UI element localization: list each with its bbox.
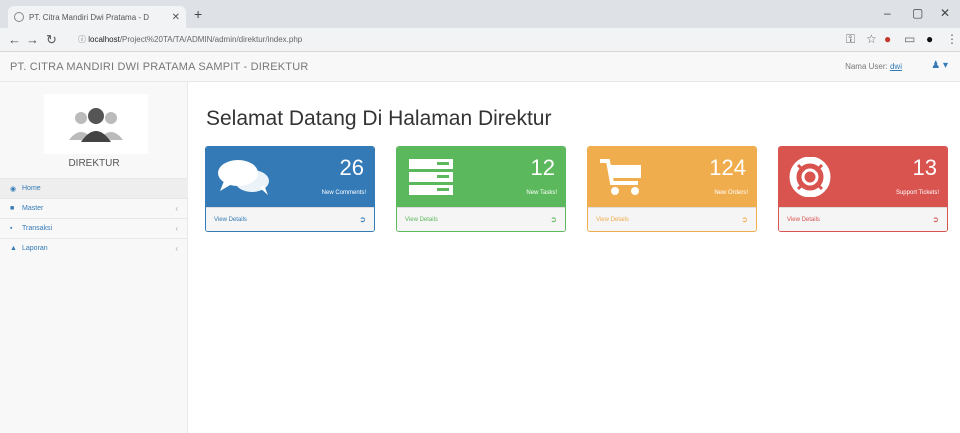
panel-heading: 12 New Tasks! — [397, 147, 565, 207]
page-title: Selamat Datang Di Halaman Direktur — [206, 107, 552, 130]
view-details-link[interactable]: View Details ➲ — [779, 207, 947, 231]
view-details-label: View Details — [596, 216, 629, 223]
tab-close-icon[interactable]: ✕ — [172, 12, 180, 23]
panel-caption: New Orders! — [714, 190, 748, 196]
view-details-link[interactable]: View Details ➲ — [397, 207, 565, 231]
brand-title[interactable]: PT. CITRA MANDIRI DWI PRATAMA SAMPIT - D… — [10, 61, 308, 73]
panel-count: 12 — [530, 155, 555, 180]
sidebar: DIREKTUR ◉ Home ■ Master ‹ ▪ Transaksi ‹… — [0, 82, 188, 433]
orders-panel: 124 New Orders! View Details ➲ — [587, 146, 757, 232]
profile-icon[interactable]: ● — [926, 32, 933, 46]
dashboard-icon: ◉ — [10, 185, 17, 193]
panel-heading: 26 New Comments! — [206, 147, 374, 207]
info-icon: ⓘ — [78, 35, 86, 44]
browser-tab-bar: PT. Citra Mandiri Dwi Pratama - D ✕ + – … — [0, 0, 960, 28]
browser-menu-icon[interactable]: ⋮ — [946, 32, 958, 46]
sidebar-item-label: Laporan — [22, 245, 48, 252]
window-close-icon[interactable]: ✕ — [940, 6, 950, 20]
chevron-left-icon: ‹ — [175, 204, 178, 213]
sidebar-item-home[interactable]: ◉ Home — [0, 178, 188, 198]
panel-count: 13 — [912, 155, 937, 180]
view-details-link[interactable]: View Details ➲ — [588, 207, 756, 231]
panel-caption: New Tasks! — [526, 190, 557, 196]
panel-heading: 124 New Orders! — [588, 147, 756, 207]
file-icon: ▪ — [10, 225, 13, 232]
tasks-panel: 12 New Tasks! View Details ➲ — [396, 146, 566, 232]
sidebar-item-label: Home — [22, 185, 41, 192]
chevron-left-icon: ‹ — [175, 244, 178, 253]
browser-address-bar: ← → ↻ ⓘ localhost/Project%20TA/TA/ADMIN/… — [0, 28, 960, 52]
users-group-icon — [69, 108, 123, 142]
sidebar-item-master[interactable]: ■ Master ‹ — [0, 198, 188, 218]
reload-icon[interactable]: ↻ — [46, 32, 57, 48]
key-icon[interactable]: ⚿ — [846, 32, 855, 47]
panel-caption: New Comments! — [321, 190, 366, 196]
bookmark-star-icon[interactable]: ☆ — [866, 32, 877, 46]
tab-title: PT. Citra Mandiri Dwi Pratama - D — [29, 12, 150, 22]
maximize-icon[interactable]: ▢ — [912, 6, 923, 20]
panel-count: 26 — [339, 155, 364, 180]
support-icon — [789, 157, 831, 197]
view-details-label: View Details — [214, 216, 247, 223]
comments-panel: 26 New Comments! View Details ➲ — [205, 146, 375, 232]
app-navbar: PT. CITRA MANDIRI DWI PRATAMA SAMPIT - D… — [0, 52, 960, 82]
tasks-icon — [409, 159, 453, 195]
url-field[interactable]: ⓘ localhost/Project%20TA/TA/ADMIN/admin/… — [78, 31, 798, 49]
sidebar-item-transaksi[interactable]: ▪ Transaksi ‹ — [0, 218, 188, 238]
shopping-cart-icon — [600, 159, 641, 195]
view-details-link[interactable]: View Details ➲ — [206, 207, 374, 231]
arrow-circle-right-icon: ➲ — [359, 215, 366, 224]
favicon-icon — [14, 12, 24, 22]
user-label: Nama User: — [845, 62, 888, 71]
opera-icon[interactable]: ● — [884, 32, 891, 46]
forward-icon[interactable]: → — [26, 32, 39, 47]
extension-icon[interactable]: ▭ — [904, 32, 915, 46]
user-name-link[interactable]: dwi — [890, 62, 902, 71]
sidebar-item-laporan[interactable]: ▲ Laporan ‹ — [0, 238, 188, 258]
panel-count: 124 — [709, 155, 746, 180]
role-label: DIREKTUR — [68, 158, 120, 169]
panel-caption: Support Tickets! — [895, 190, 939, 196]
chart-icon: ▲ — [10, 245, 17, 252]
url-path: /Project%20TA/TA/ADMIN/admin/direktur/in… — [119, 35, 303, 44]
arrow-circle-right-icon: ➲ — [932, 215, 939, 224]
user-info: Nama User: dwi — [845, 62, 902, 71]
sidebar-item-label: Transaksi — [22, 225, 53, 232]
sidebar-item-label: Master — [22, 205, 44, 212]
user-dropdown-icon[interactable]: ♟ ▾ — [931, 60, 948, 71]
browser-tab[interactable]: PT. Citra Mandiri Dwi Pratama - D ✕ — [8, 6, 186, 28]
url-host: localhost — [88, 35, 120, 44]
folder-icon: ■ — [10, 205, 15, 212]
back-icon[interactable]: ← — [8, 32, 21, 47]
view-details-label: View Details — [405, 216, 438, 223]
minimize-icon[interactable]: – — [884, 6, 891, 20]
sidebar-menu: ◉ Home ■ Master ‹ ▪ Transaksi ‹ ▲ Lapora… — [0, 178, 188, 258]
comments-icon — [218, 160, 269, 195]
view-details-label: View Details — [787, 216, 820, 223]
panel-heading: 13 Support Tickets! — [779, 147, 947, 207]
new-tab-icon[interactable]: + — [194, 6, 202, 22]
support-panel: 13 Support Tickets! View Details ➲ — [778, 146, 948, 232]
chevron-left-icon: ‹ — [175, 224, 178, 233]
arrow-circle-right-icon: ➲ — [550, 215, 557, 224]
arrow-circle-right-icon: ➲ — [741, 215, 748, 224]
avatar — [44, 94, 148, 154]
